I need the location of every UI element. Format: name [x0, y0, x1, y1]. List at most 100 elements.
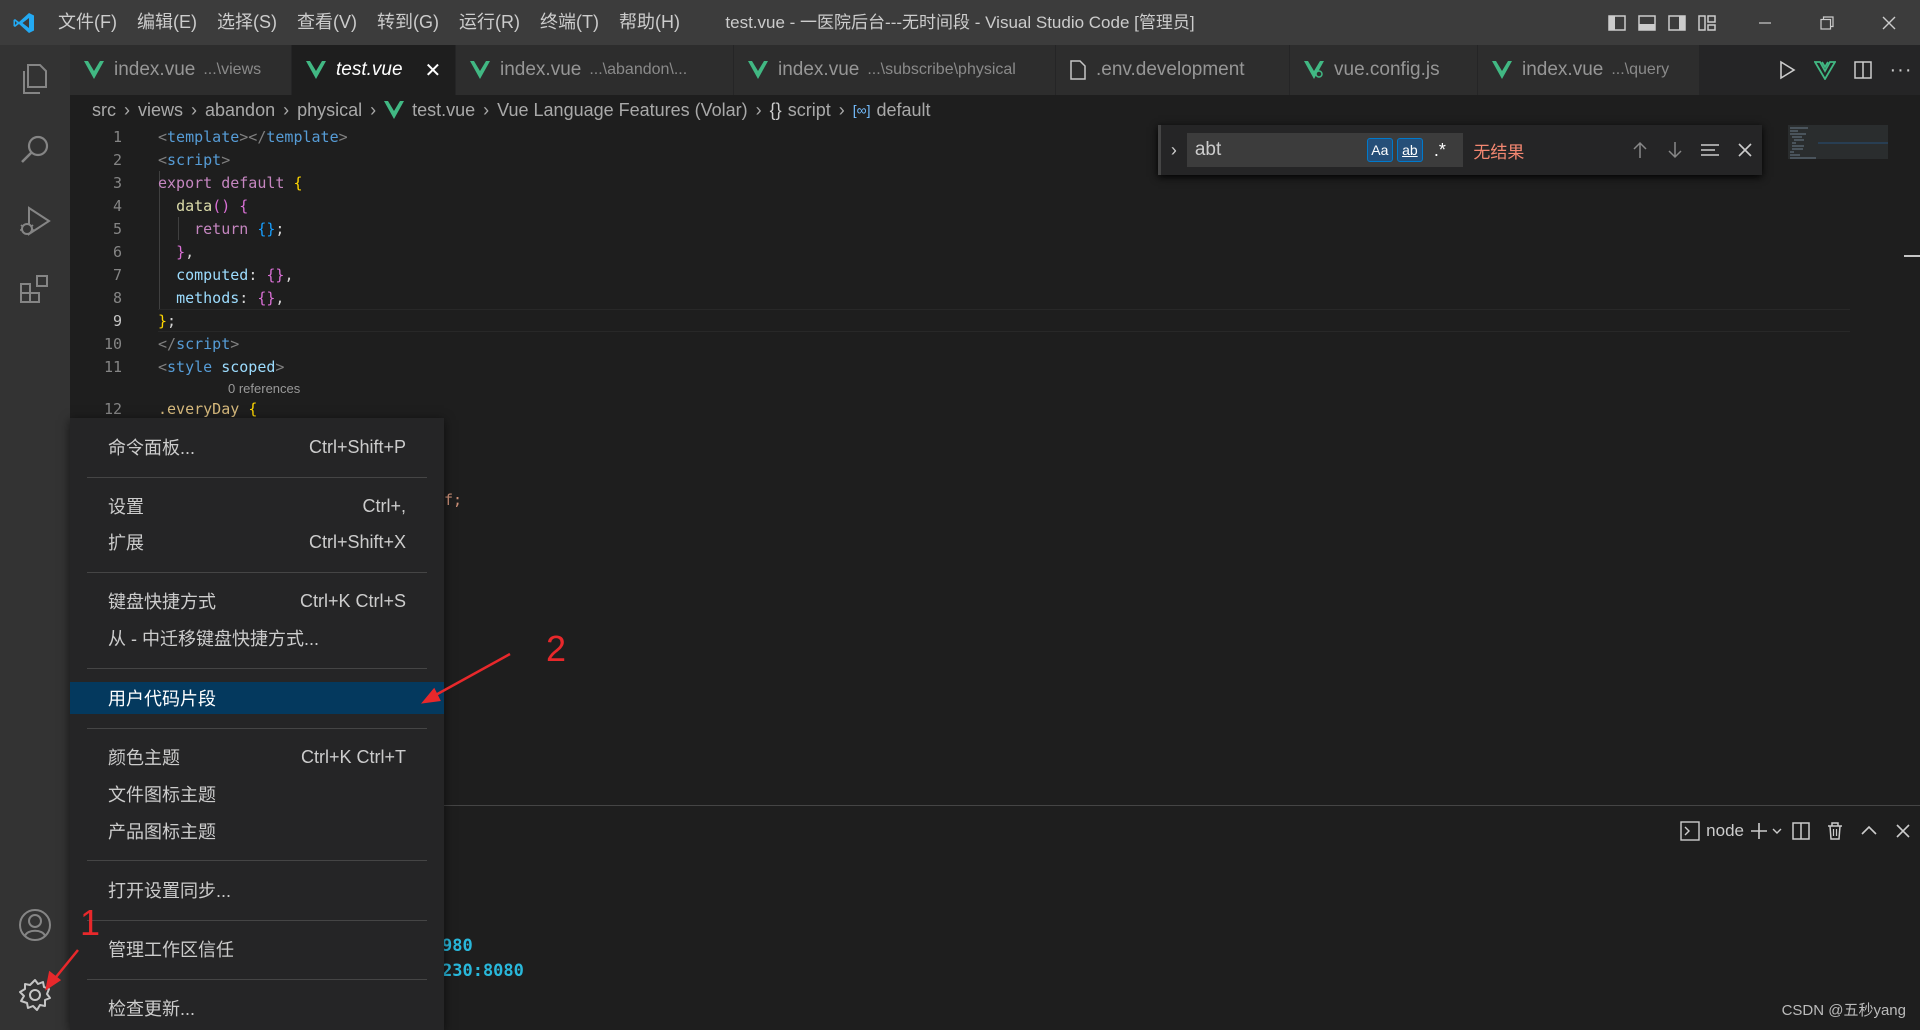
menu-item-user-snippets[interactable]: 用户代码片段: [70, 682, 444, 714]
vue-file-icon: [384, 101, 405, 119]
menu-bar: 文件(F) 编辑(E) 选择(S) 查看(V) 转到(G) 运行(R) 终端(T…: [48, 0, 690, 45]
menu-help[interactable]: 帮助(H): [609, 0, 690, 45]
menu-item-product-icon-theme[interactable]: 产品图标主题: [70, 815, 444, 847]
vscode-logo-icon: [0, 0, 48, 45]
tab-label: index.vue: [114, 59, 196, 80]
code-line: 3 export default {: [112, 174, 303, 192]
find-input[interactable]: abt Aa ab .*: [1186, 133, 1464, 167]
toggle-replace-chevron-icon[interactable]: ›: [1161, 140, 1187, 161]
more-actions-icon[interactable]: ···: [1882, 45, 1920, 95]
chevron-right-icon: ›: [838, 99, 845, 120]
breadcrumb-item[interactable]: test.vue: [412, 100, 475, 121]
toggle-secondary-sidebar-icon[interactable]: [1662, 0, 1692, 45]
terminal-selector[interactable]: node: [1674, 806, 1750, 856]
code-line: 8 methods: {},: [112, 289, 285, 307]
breadcrumb-item[interactable]: default: [876, 100, 930, 121]
menu-item-command-palette[interactable]: 命令面板... Ctrl+Shift+P: [70, 431, 444, 463]
tab-index-abandon[interactable]: index.vue ...\abandon\...: [456, 45, 734, 95]
activity-bar: [0, 45, 70, 1030]
toggle-panel-icon[interactable]: [1632, 0, 1662, 45]
menu-go[interactable]: 转到(G): [367, 0, 449, 45]
menu-item-workspace-trust[interactable]: 管理工作区信任: [70, 933, 444, 965]
find-in-selection-icon[interactable]: [1692, 133, 1727, 167]
split-editor-icon[interactable]: [1844, 45, 1882, 95]
vue-file-icon: [84, 61, 104, 79]
toggle-primary-sidebar-icon[interactable]: [1602, 0, 1632, 45]
codelens-references[interactable]: 0 references: [228, 381, 300, 396]
vue-devtools-icon[interactable]: [1806, 45, 1844, 95]
terminal-output-line: 230:8080: [442, 961, 524, 981]
menu-item-file-icon-theme[interactable]: 文件图标主题: [70, 778, 444, 810]
minimize-icon[interactable]: [1734, 0, 1796, 45]
close-panel-icon[interactable]: [1886, 806, 1920, 856]
menu-item-settings[interactable]: 设置 Ctrl+,: [70, 490, 444, 522]
breadcrumb-item[interactable]: Vue Language Features (Volar): [497, 100, 748, 121]
menu-run[interactable]: 运行(R): [449, 0, 530, 45]
menu-item-label: 管理工作区信任: [108, 940, 234, 960]
code-line: 5 return {};: [112, 220, 285, 238]
whole-word-toggle[interactable]: ab: [1396, 138, 1423, 162]
tab-index-physical[interactable]: index.vue ...\subscribe\physical: [734, 45, 1056, 95]
menu-file[interactable]: 文件(F): [48, 0, 127, 45]
kill-terminal-trash-icon[interactable]: [1818, 806, 1852, 856]
explorer-icon[interactable]: [0, 49, 70, 109]
tab-index-query[interactable]: index.vue ...\query: [1478, 45, 1700, 95]
breadcrumb-item[interactable]: views: [138, 100, 183, 121]
split-terminal-icon[interactable]: [1784, 806, 1818, 856]
breadcrumb-item[interactable]: physical: [297, 100, 362, 121]
next-match-icon[interactable]: [1658, 133, 1693, 167]
tab-label: index.vue: [1522, 59, 1604, 80]
braces-icon: {}: [769, 99, 782, 120]
breadcrumb-item[interactable]: script: [788, 100, 831, 121]
menu-separator: [87, 477, 427, 478]
vertical-scrollbar[interactable]: [1904, 125, 1920, 805]
customize-layout-icon[interactable]: [1692, 0, 1722, 45]
terminal-output-line: 980: [442, 936, 473, 956]
menu-item-extensions[interactable]: 扩展 Ctrl+Shift+X: [70, 526, 444, 558]
run-icon[interactable]: [1768, 45, 1806, 95]
new-terminal-plus-icon[interactable]: [1750, 806, 1784, 856]
tab-path: ...\abandon\...: [589, 61, 688, 78]
code-line: 6 },: [112, 243, 195, 261]
close-find-icon[interactable]: [1727, 133, 1762, 167]
minimap[interactable]: [1788, 125, 1888, 185]
partial-code-text: f;: [444, 491, 463, 509]
tab-env-development[interactable]: .env.development: [1056, 45, 1290, 95]
tab-close-icon[interactable]: ✕: [425, 58, 442, 83]
menu-item-label: 扩展: [108, 533, 144, 553]
menu-item-migrate-keybindings[interactable]: 从 - 中迁移键盘快捷方式...: [70, 622, 444, 654]
breadcrumb-item[interactable]: src: [92, 100, 116, 121]
menu-separator: [87, 860, 427, 861]
menu-item-color-theme[interactable]: 颜色主题 Ctrl+K Ctrl+T: [70, 741, 444, 773]
menu-item-shortcut: Ctrl+Shift+P: [308, 436, 406, 457]
menu-terminal[interactable]: 终端(T): [530, 0, 609, 45]
menu-view[interactable]: 查看(V): [287, 0, 367, 45]
file-icon: [1070, 60, 1086, 80]
menu-item-label: 命令面板...: [108, 438, 196, 458]
previous-match-icon[interactable]: [1623, 133, 1658, 167]
menu-item-settings-sync[interactable]: 打开设置同步...: [70, 874, 444, 906]
tab-test-vue[interactable]: test.vue ✕: [292, 45, 456, 95]
accounts-icon[interactable]: [0, 895, 70, 955]
restore-icon[interactable]: [1796, 0, 1858, 45]
maximize-panel-chevron-up-icon[interactable]: [1852, 806, 1886, 856]
tab-vue-config[interactable]: vue.config.js: [1290, 45, 1478, 95]
menu-edit[interactable]: 编辑(E): [127, 0, 207, 45]
menu-selection[interactable]: 选择(S): [207, 0, 287, 45]
editor-tabs: index.vue ...\views test.vue ✕ index.vue.…: [70, 45, 1920, 95]
regex-toggle[interactable]: .*: [1427, 138, 1453, 162]
breadcrumb-item[interactable]: abandon: [205, 100, 275, 121]
tab-label: index.vue: [500, 59, 582, 80]
extensions-icon[interactable]: [0, 260, 70, 320]
menu-item-keyboard-shortcuts[interactable]: 键盘快捷方式 Ctrl+K Ctrl+S: [70, 585, 444, 617]
tab-index-views[interactable]: index.vue ...\views: [70, 45, 292, 95]
run-and-debug-icon[interactable]: [0, 191, 70, 251]
manage-gear-icon[interactable]: [0, 965, 70, 1025]
terminal-name: node: [1706, 821, 1744, 840]
breadcrumb: src › views › abandon › physical › test.vue ›…: [70, 95, 1920, 125]
find-query: abt: [1194, 139, 1222, 160]
match-case-toggle[interactable]: Aa: [1366, 138, 1393, 162]
close-window-icon[interactable]: [1858, 0, 1920, 45]
search-icon[interactable]: [0, 120, 70, 180]
menu-item-check-updates[interactable]: 检查更新...: [70, 992, 444, 1024]
